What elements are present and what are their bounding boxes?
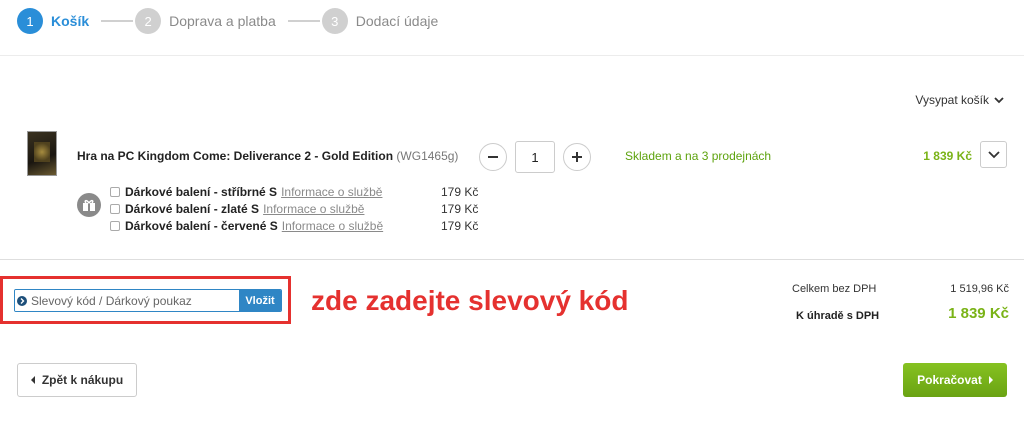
service-price: 179 Kč [441, 201, 479, 216]
product-code: (WG1465g) [396, 149, 459, 163]
divider [0, 259, 1024, 260]
subtotal-value: 1 519,96 Kč [950, 283, 1009, 295]
service-info-link[interactable]: Informace o službě [281, 185, 382, 199]
service-name: Dárkové balení - stříbrné S [125, 184, 278, 199]
step-label: Doprava a platba [169, 13, 276, 29]
product-name[interactable]: Hra na PC Kingdom Come: Deliverance 2 - … [77, 149, 393, 163]
product-title[interactable]: Hra na PC Kingdom Come: Deliverance 2 - … [77, 149, 458, 163]
quantity-stepper: 1 [479, 141, 591, 173]
service-info-link[interactable]: Informace o službě [282, 219, 383, 233]
minus-icon [488, 156, 498, 158]
service-name: Dárkové balení - zlaté S [125, 201, 260, 216]
continue-label: Pokračovat [917, 373, 982, 387]
service-option: Dárkové balení - stříbrné S Informace o … [110, 183, 383, 200]
quantity-input[interactable]: 1 [515, 141, 555, 173]
chevron-down-icon [994, 96, 1004, 103]
continue-button[interactable]: Pokračovat [903, 363, 1007, 397]
service-option: Dárkové balení - zlaté S Informace o slu… [110, 200, 383, 217]
discount-annotation: zde zadejte slevový kód [311, 285, 629, 316]
service-price: 179 Kč [441, 218, 479, 233]
apply-discount-button[interactable]: Vložit [239, 290, 281, 311]
discount-toggle-icon[interactable] [15, 290, 29, 311]
step-connector [287, 20, 320, 22]
step-shipping-payment[interactable]: 2 Doprava a platba [135, 8, 276, 34]
step-label: Dodací údaje [355, 13, 439, 29]
empty-cart-link[interactable]: Vysypat košík [915, 93, 1004, 107]
step-label: Košík [51, 13, 90, 29]
product-image[interactable] [27, 131, 57, 176]
back-to-shopping-button[interactable]: Zpět k nákupu [17, 363, 137, 397]
chevron-right-icon [988, 376, 993, 384]
plus-icon [572, 152, 582, 162]
total-value: 1 839 Kč [948, 305, 1009, 322]
service-checkbox[interactable] [110, 220, 120, 231]
step-connector [101, 20, 134, 22]
service-prices: 179 Kč 179 Kč 179 Kč [441, 183, 478, 234]
discount-code-input[interactable] [29, 290, 239, 311]
expand-product-button[interactable] [980, 141, 1007, 168]
service-list: Dárkové balení - stříbrné S Informace o … [110, 183, 383, 234]
empty-cart-label: Vysypat košík [915, 93, 989, 107]
chevron-down-icon [987, 150, 1000, 158]
product-price: 1 839 Kč [923, 149, 972, 163]
step-number: 2 [135, 8, 162, 34]
service-info-link[interactable]: Informace o službě [263, 202, 364, 216]
service-price: 179 Kč [441, 184, 479, 199]
checkout-steps: 1 Košík 2 Doprava a platba 3 Dodací údaj… [17, 7, 438, 35]
gift-icon [77, 193, 101, 217]
stock-status: Skladem a na 3 prodejnách [625, 149, 772, 163]
decrease-quantity-button[interactable] [479, 143, 507, 171]
back-label: Zpět k nákupu [41, 373, 124, 387]
step-cart[interactable]: 1 Košík [17, 8, 89, 34]
discount-code-form: Vložit [14, 289, 282, 312]
service-checkbox[interactable] [110, 186, 120, 197]
chevron-left-icon [30, 376, 35, 384]
step-number: 3 [321, 8, 348, 34]
subtotal-label: Celkem bez DPH [792, 283, 877, 295]
service-name: Dárkové balení - červené S [125, 218, 278, 233]
service-checkbox[interactable] [110, 203, 120, 214]
total-label: K úhradě s DPH [796, 310, 880, 322]
step-number: 1 [17, 8, 43, 34]
service-option: Dárkové balení - červené S Informace o s… [110, 217, 383, 234]
step-delivery-details[interactable]: 3 Dodací údaje [321, 8, 439, 34]
increase-quantity-button[interactable] [563, 143, 591, 171]
divider [0, 55, 1024, 56]
